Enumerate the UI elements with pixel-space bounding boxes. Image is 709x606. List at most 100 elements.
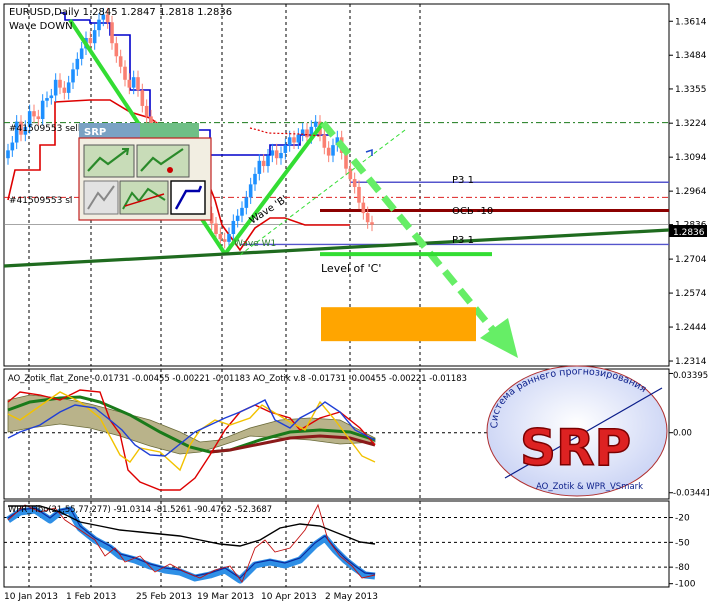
chart-symbol-header: EURUSD,Daily 1.2845 1.2847 1.2818 1.2836 — [9, 7, 232, 18]
srp-tool-button-trend-up[interactable] — [83, 144, 135, 178]
p3-upper-label: P3 1 — [452, 175, 474, 186]
price-tick-label: 1.2964 — [675, 187, 707, 197]
candle-body — [231, 220, 236, 235]
candle-body — [71, 69, 75, 83]
candle-body — [97, 19, 101, 31]
level-c-label: Level of 'C' — [321, 262, 381, 275]
price-axis: 1.3614 1.3484 1.3355 1.3224 1.3094 1.2964 1.28… — [669, 17, 709, 590]
time-axis-label: 1 Feb 2013 — [66, 592, 116, 602]
candle-body — [248, 184, 253, 198]
candle-body — [32, 111, 36, 117]
candle-body — [296, 134, 301, 143]
candle-body — [292, 137, 296, 143]
candle-body — [123, 66, 127, 80]
candle-body — [361, 202, 366, 214]
candle-body — [305, 129, 309, 138]
candle-body — [235, 215, 240, 221]
chart-subtitle: Wave DOWN — [9, 21, 73, 32]
candle-body — [266, 155, 270, 167]
candle-body — [58, 79, 62, 88]
candle-body — [144, 105, 149, 117]
candle-body — [370, 222, 374, 225]
srp-logo-footer: AO_Zotik & WPR_VSmark — [536, 482, 643, 492]
current-price-marker: 1.2836 — [669, 225, 707, 238]
candle-body — [40, 100, 45, 120]
candle-body — [331, 145, 335, 156]
candle-body — [218, 234, 223, 240]
srp-tool-button-trend-up-target[interactable] — [136, 144, 190, 178]
candle-body — [279, 152, 283, 159]
price-tick-label: 1.2314 — [675, 357, 707, 367]
candle-body — [131, 77, 136, 88]
indicator2-label: WPR_Fibo(21,55,77,277) -91.0314 -81.5261… — [8, 504, 272, 514]
candle-body — [365, 213, 370, 223]
price-tick-label: 1.2574 — [675, 289, 707, 299]
ind2-tick-label: -50 — [675, 538, 690, 548]
ind1-tick-label: -0.03441 — [673, 489, 709, 499]
candle-body — [75, 58, 80, 70]
ind1-tick-label: 0.00 — [673, 429, 692, 439]
time-axis-label: 10 Apr 2013 — [261, 592, 317, 602]
time-axis-label: 19 Mar 2013 — [197, 592, 254, 602]
target-zone — [321, 307, 476, 342]
wave-w1-label: Wave W1 — [234, 239, 276, 249]
candle-body — [45, 98, 49, 101]
candle-body — [118, 56, 123, 67]
srp-tool-button-flat[interactable] — [83, 180, 119, 215]
srp-panel-title: SRP — [84, 127, 106, 138]
ind2-tick-label: -80 — [675, 563, 690, 573]
candle-body — [283, 145, 288, 153]
time-axis-label: 25 Feb 2013 — [136, 592, 192, 602]
candle-body — [322, 134, 327, 148]
candle-body — [287, 137, 292, 146]
ind2-tick-label: -100 — [675, 580, 696, 590]
candle-body — [313, 121, 318, 127]
ind1-tick-label: 0.03395 — [673, 371, 708, 381]
srp-logo: Система раннего прогнозирования SRP AO_Z… — [486, 365, 668, 497]
current-price-label: 1.2836 — [673, 228, 705, 238]
time-axis-label: 2 May 2013 — [325, 592, 378, 602]
candle-body — [92, 30, 97, 44]
price-tick-label: 1.3355 — [675, 85, 707, 95]
srp-logo-title: SRP — [520, 419, 631, 477]
indicator1-label: AO_Zotik_flat_Zone -0.01731 -0.00455 -0.… — [8, 373, 467, 383]
candle-body — [88, 37, 93, 44]
candle-body — [110, 22, 114, 44]
candle-body — [270, 150, 275, 156]
candle-body — [36, 116, 41, 120]
srp-panel[interactable]: SRP — [78, 123, 212, 221]
time-axis: 10 Jan 2013 1 Feb 2013 25 Feb 2013 19 Mar 2… — [4, 592, 378, 602]
candle-body — [214, 223, 218, 235]
candle-body — [240, 207, 244, 216]
candle-body — [136, 77, 140, 91]
candle-body — [62, 87, 67, 93]
candle-body — [357, 186, 361, 203]
srp-tool-button-cursor[interactable] — [170, 180, 206, 215]
price-tick-label: 1.3094 — [675, 153, 707, 163]
candle-body — [66, 82, 71, 93]
candle-body — [79, 48, 84, 59]
ind2-tick-label: -20 — [675, 514, 690, 524]
candle-body — [326, 147, 331, 156]
candle-body — [6, 150, 10, 159]
price-tick-label: 1.3614 — [675, 17, 707, 27]
chart-canvas[interactable]: 1.3614 1.3484 1.3355 1.3224 1.3094 1.2964 1.28… — [0, 0, 709, 606]
candle-body — [227, 234, 231, 242]
candle-body — [140, 90, 145, 106]
price-tick-label: 1.2444 — [675, 323, 707, 333]
candle-body — [352, 179, 357, 187]
price-tick-label: 1.2704 — [675, 255, 707, 265]
candle-body — [257, 160, 262, 174]
candle-body — [114, 43, 119, 57]
candle-body — [10, 142, 15, 151]
candle-body — [53, 79, 58, 96]
candle-body — [127, 79, 132, 88]
candle-body — [274, 150, 279, 159]
srp-tool-button-wave[interactable] — [119, 180, 169, 215]
candle-body — [244, 197, 249, 208]
sell-order-label: #41509553 sell — [9, 124, 80, 134]
p3-lower-label: P3 1 — [452, 235, 474, 246]
axis-level-label: ОСЬ -10 — [452, 206, 493, 217]
candle-body — [222, 239, 227, 242]
candle-body — [253, 173, 257, 185]
